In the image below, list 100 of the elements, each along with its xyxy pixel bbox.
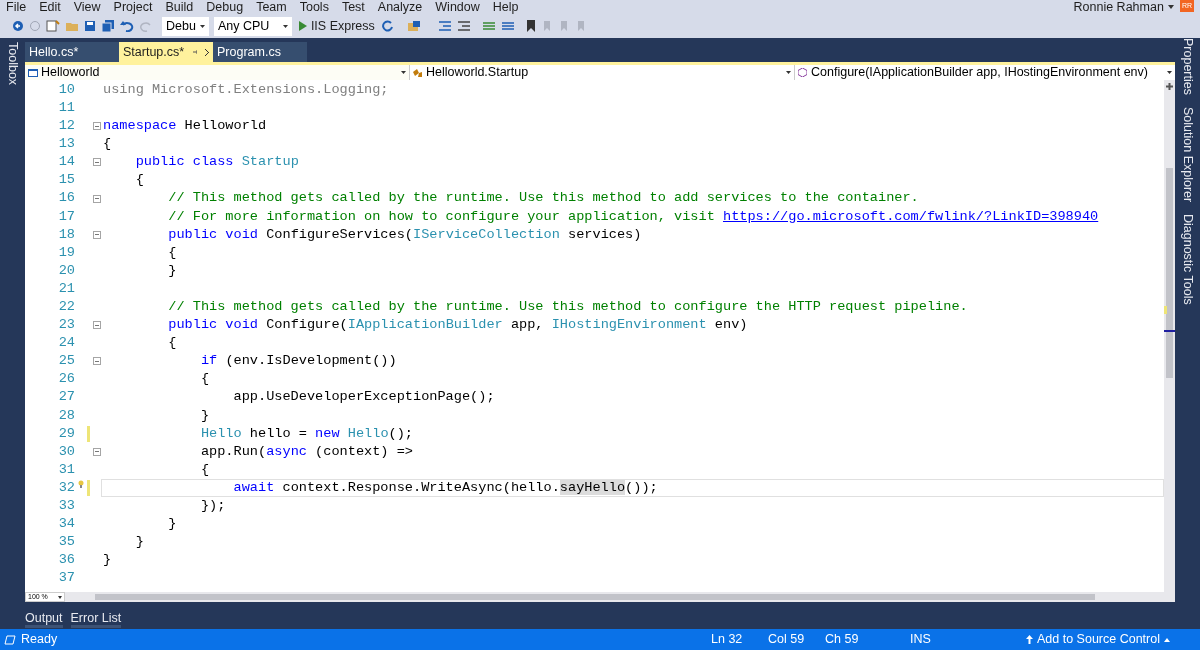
menu-item[interactable]: View — [73, 0, 101, 14]
refresh-icon[interactable] — [381, 20, 394, 32]
line-number: 14 — [57, 153, 76, 172]
code-line: { — [134, 171, 144, 190]
code-line: } — [167, 261, 177, 280]
line-number: 28 — [57, 406, 76, 425]
code-line: { — [199, 460, 210, 479]
lightbulb-icon[interactable] — [78, 480, 84, 489]
scrollbar-thumb[interactable] — [95, 594, 1095, 600]
character-number: Ch 59 — [825, 631, 860, 649]
collapse-toggle[interactable] — [93, 194, 101, 203]
code-line: await context.Response.WriteAsync(hello.sayHello()); — [232, 478, 658, 497]
code-line: } — [103, 551, 112, 570]
line-number: 24 — [57, 334, 76, 353]
menu-item[interactable]: Debug — [206, 0, 244, 14]
menu-item[interactable]: Tools — [299, 0, 329, 14]
indent-icon[interactable] — [456, 20, 471, 32]
code-line: using Microsoft.Extensions.Logging; — [103, 80, 389, 99]
line-number: 19 — [57, 243, 76, 262]
line-number: 29 — [57, 424, 76, 443]
caret-icon — [401, 71, 406, 74]
line-number: 13 — [57, 135, 76, 154]
menu-item[interactable]: Project — [113, 0, 153, 14]
save-icon[interactable] — [84, 20, 96, 32]
collapse-toggle[interactable] — [93, 357, 101, 366]
ready-icon — [4, 634, 16, 645]
user-name[interactable]: Ronnie Rahman — [1073, 0, 1164, 14]
code-line: namespace Helloworld — [103, 117, 267, 136]
project-dropdown[interactable]: Helloworld — [25, 65, 410, 80]
member-dropdown[interactable]: Configure(IApplicationBuilder app, IHostingEnvironment env) — [795, 65, 1175, 80]
line-number: 16 — [57, 189, 76, 208]
line-number: 27 — [57, 388, 76, 407]
menu-item[interactable]: Help — [492, 0, 519, 14]
caret-icon — [1167, 5, 1174, 9]
line-number: 37 — [57, 569, 76, 588]
side-tab[interactable]: Diagnostic Tools — [1178, 214, 1197, 305]
caret-icon — [1164, 637, 1170, 642]
platform-dropdown[interactable]: Any CPU — [213, 16, 292, 36]
code-line: { — [167, 334, 177, 353]
code-line: // For more information on how to configure your application, visit https://go.microsoft.com/fwlink/?LinkID=398940 — [167, 207, 1099, 226]
collapse-toggle[interactable] — [93, 158, 101, 167]
document-tab[interactable]: Program.cs — [213, 42, 307, 62]
document-tab[interactable]: Startup.cs* — [119, 42, 213, 62]
menu-item[interactable]: Edit — [39, 0, 61, 14]
split-icon[interactable] — [1165, 82, 1174, 91]
bookmark-icon[interactable] — [525, 20, 536, 32]
uncomment-icon[interactable] — [500, 20, 515, 32]
caret-position-mark — [1164, 330, 1175, 332]
line-number: Ln 32 — [711, 631, 744, 649]
code-line: Hello hello = new Hello(); — [199, 424, 414, 443]
source-control-button[interactable]: Add to Source Control — [1026, 630, 1170, 649]
find-icon[interactable] — [406, 20, 421, 32]
configuration-dropdown[interactable]: Debu — [162, 16, 209, 36]
method-icon — [798, 68, 807, 77]
collapse-toggle[interactable] — [93, 230, 101, 239]
collapse-toggle[interactable] — [93, 122, 101, 131]
project-icon — [28, 67, 38, 78]
outdent-icon[interactable] — [437, 20, 452, 32]
collapse-toggle[interactable] — [93, 447, 101, 456]
menu-item[interactable]: Team — [256, 0, 287, 14]
side-tab[interactable]: Solution Explorer — [1178, 107, 1197, 203]
document-tab[interactable]: Hello.cs* — [25, 42, 119, 62]
type-dropdown[interactable]: Helloworld.Startup — [410, 65, 795, 80]
side-tab[interactable]: Toolbox — [3, 42, 22, 86]
line-number: 31 — [57, 460, 76, 479]
pin-icon[interactable] — [192, 48, 197, 56]
code-line: app.Run(async (context) => — [199, 442, 413, 461]
line-number: 22 — [57, 298, 76, 316]
menu-item[interactable]: Test — [341, 0, 365, 14]
caret-icon — [282, 24, 288, 28]
line-number: 26 — [57, 370, 76, 389]
scrollbar-thumb[interactable] — [1166, 168, 1173, 378]
back-icon[interactable] — [12, 20, 24, 32]
line-number: 23 — [57, 316, 76, 335]
link[interactable]: https://go.microsoft.com/fwlink/?LinkID=398940 — [723, 208, 1099, 224]
menu-item[interactable]: Analyze — [377, 0, 423, 14]
code-line: }); — [199, 497, 226, 515]
collapse-toggle[interactable] — [93, 321, 101, 330]
comment-icon[interactable] — [481, 20, 496, 32]
undo-icon[interactable] — [120, 20, 134, 32]
menu-item[interactable]: Build — [165, 0, 194, 14]
code-line: } — [134, 533, 144, 552]
new-project-icon[interactable] — [46, 20, 60, 32]
code-line: } — [199, 406, 210, 425]
line-number: 12 — [57, 117, 76, 136]
menu-item[interactable]: Window — [435, 0, 480, 14]
run-button[interactable]: IIS Express — [296, 16, 377, 36]
code-line: app.UseDeveloperExceptionPage(); — [232, 388, 495, 407]
code-line: { — [103, 135, 112, 154]
code-line: { — [199, 370, 210, 389]
save-all-icon[interactable] — [101, 20, 115, 32]
line-number: 30 — [57, 442, 76, 461]
side-tab[interactable]: Properties — [1178, 38, 1197, 95]
class-icon — [413, 67, 423, 78]
menu-item[interactable]: File — [6, 0, 27, 14]
line-number: 10 — [57, 80, 76, 99]
arrow-up-icon — [1026, 635, 1033, 644]
vertical-scrollbar[interactable] — [1164, 80, 1175, 592]
line-number: 11 — [57, 98, 76, 117]
code-line: public void ConfigureServices(IServiceCollection services) — [167, 225, 642, 244]
